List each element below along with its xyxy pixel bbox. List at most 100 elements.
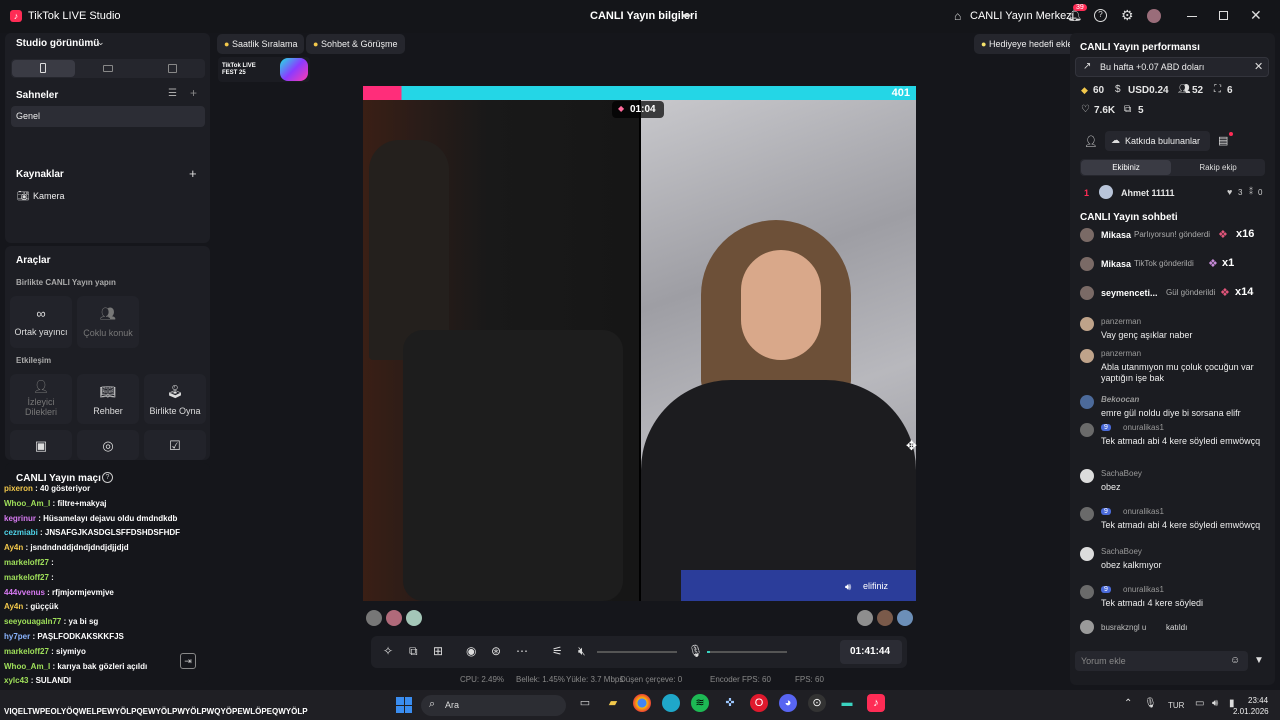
live-center-link[interactable]: CANLI Yayın Merkezi [970, 10, 1074, 22]
display-icon[interactable]: ▭ [1195, 698, 1204, 709]
multiguest-button[interactable]: 👥︎ Çoklu konuk [77, 296, 139, 348]
overlay-chat-user[interactable]: markeloff27 [4, 558, 49, 567]
maximize-icon[interactable] [1219, 11, 1228, 20]
leaderboard-icon[interactable]: ▤ [1218, 134, 1228, 147]
overlay-chat-user[interactable]: kegrinur [4, 514, 36, 523]
guide-button[interactable]: 📖︎ Rehber [77, 374, 139, 424]
gift-sender-avatar[interactable] [1080, 286, 1094, 300]
tray-chevron-icon[interactable]: ⌃ [1124, 698, 1132, 709]
chat-username[interactable]: SachaBoey [1101, 469, 1142, 478]
discord-icon[interactable]: ◕ [779, 694, 797, 712]
tool-tile-3[interactable]: ☑ [144, 430, 206, 460]
chat-avatar[interactable] [1080, 349, 1094, 363]
app-icon-1[interactable]: ✜ [721, 694, 739, 712]
overlay-chat-user[interactable]: 444vvenus [4, 588, 45, 597]
chat-avatar[interactable] [1080, 423, 1094, 437]
windows-start-icon[interactable] [396, 697, 412, 713]
emoji-icon[interactable]: ☺ [1230, 655, 1240, 666]
viewer-wishes-button[interactable]: 👤︎ İzleyici Dilekleri [10, 374, 72, 424]
team-avatar-3[interactable] [406, 610, 422, 626]
overlay-chat-user[interactable]: markeloff27 [4, 573, 49, 582]
record-icon[interactable]: ◉ [466, 644, 476, 658]
mic-slider[interactable] [707, 651, 787, 653]
studio-view-dropdown[interactable]: Studio görünümü [16, 38, 99, 49]
opponent-name[interactable]: elifiniz [863, 581, 888, 591]
gift-sender-name[interactable]: Mikasa [1101, 259, 1131, 269]
microphone-icon[interactable]: 🎙︎ [688, 644, 703, 658]
play-together-button[interactable]: 🕹︎ Birlikte Oyna [144, 374, 206, 424]
volume-slider[interactable] [597, 651, 677, 653]
gift-sender-name[interactable]: seymenceti... [1101, 288, 1158, 298]
chat-username[interactable]: panzerman [1101, 349, 1141, 358]
clock-date[interactable]: 2.01.2026 [1233, 707, 1269, 716]
edge-icon[interactable] [662, 694, 680, 712]
chat-avatar[interactable] [1080, 469, 1094, 483]
magic-wand-icon[interactable]: ✧ [383, 644, 393, 658]
filter-icon[interactable]: ▼ [1254, 655, 1264, 666]
source-camera[interactable]: Kamera [33, 191, 65, 201]
speaker-icon[interactable]: 🔊︎ [845, 582, 851, 593]
chat-avatar[interactable] [1080, 507, 1094, 521]
settings-icon[interactable]: ⚙ [1121, 7, 1134, 24]
audio-mixer-icon[interactable]: ⚟ [552, 644, 563, 658]
add-scene-icon[interactable]: + [190, 86, 197, 100]
overlay-chat-user[interactable]: Ay4n [4, 602, 23, 611]
help-icon[interactable]: ? [1094, 9, 1107, 22]
chat-avatar[interactable] [1080, 395, 1094, 409]
volume-icon[interactable]: 🔊︎ [1212, 698, 1218, 709]
overlay-chat-user[interactable]: pixeron [4, 484, 33, 493]
exit-icon[interactable]: ⇥ [180, 653, 196, 669]
tool-tile-2[interactable]: ◎ [77, 430, 139, 460]
chrome-icon[interactable] [633, 694, 651, 712]
profile-avatar[interactable] [1147, 9, 1161, 23]
gift-sender-avatar[interactable] [1080, 228, 1094, 242]
overlay-chat-user[interactable]: markeloff27 [4, 647, 49, 656]
gift-sender-avatar[interactable] [1080, 257, 1094, 271]
layout-icon[interactable]: ⊞ [433, 644, 443, 658]
minimize-icon[interactable] [1187, 16, 1197, 17]
chevron-down-icon[interactable]: ⌄ [97, 37, 105, 48]
overlay-chat-user[interactable]: Ay4n [4, 543, 23, 552]
opera-icon[interactable]: O [750, 694, 768, 712]
app-icon-2[interactable]: ▬ [838, 694, 856, 712]
overlay-chat-user[interactable]: Whoo_Am_I [4, 662, 50, 671]
home-icon[interactable]: ⌂ [954, 9, 961, 23]
team-avatar-2[interactable] [386, 610, 402, 626]
file-explorer-icon[interactable]: ▰ [604, 694, 622, 712]
language-indicator[interactable]: TUR [1168, 701, 1184, 710]
close-icon[interactable]: ✕ [1250, 7, 1262, 24]
hourly-ranking-chip[interactable]: ● Saatlik Sıralama [217, 34, 305, 54]
info-icon[interactable]: ? [102, 472, 113, 483]
chat-username[interactable]: busrakzngl u [1101, 623, 1146, 632]
task-view-icon[interactable]: ▭ [576, 694, 594, 712]
live-fest-badge[interactable]: TikTok LIVE FEST 25 [218, 57, 310, 82]
overlay-chat-user[interactable]: seeyouagaln77 [4, 617, 61, 626]
chat-username[interactable]: onuralikas1 [1123, 585, 1164, 594]
overlay-chat-user[interactable]: xylc43 [4, 676, 28, 685]
tray-mic-icon[interactable]: 🎙︎ [1144, 698, 1157, 709]
taskbar-search[interactable] [421, 695, 566, 716]
tab-rival-team[interactable]: Rakip ekip [1172, 160, 1264, 175]
chat-avatar[interactable] [1080, 585, 1094, 599]
scene-item-general[interactable] [11, 106, 205, 127]
landscape-mode-icon[interactable] [103, 65, 113, 72]
dismiss-icon[interactable]: ✕ [1254, 60, 1263, 73]
rival-avatar-2[interactable] [877, 610, 893, 626]
overlay-chat-user[interactable]: Whoo_Am_I [4, 499, 50, 508]
replay-icon[interactable]: ⊛ [491, 644, 501, 658]
chat-avatar[interactable] [1080, 547, 1094, 561]
chat-avatar[interactable] [1080, 317, 1094, 331]
tab-our-team[interactable]: Ekibiniz [1081, 160, 1171, 175]
clock-time[interactable]: 23:44 [1248, 696, 1268, 705]
cohost-button[interactable]: ∞ Ortak yayıncı [10, 296, 72, 348]
more-icon[interactable]: ⋯ [516, 644, 528, 658]
overlay-chat-user[interactable]: cezmiabi [4, 528, 38, 537]
effects-icon[interactable]: ⧉ [409, 644, 418, 659]
tiktok-taskbar-icon[interactable]: ♪ [867, 694, 885, 712]
gift-sender-name[interactable]: Mikasa [1101, 230, 1131, 240]
chat-username[interactable]: SachaBoey [1101, 547, 1142, 556]
chat-username[interactable]: Bekoocan [1101, 395, 1139, 404]
gift-goal-chip[interactable]: ● Hediyeye hedefi ekle [974, 34, 1080, 54]
add-source-icon[interactable]: + [189, 166, 197, 181]
chat-meet-chip[interactable]: ● Sohbet & Görüşme [306, 34, 405, 54]
